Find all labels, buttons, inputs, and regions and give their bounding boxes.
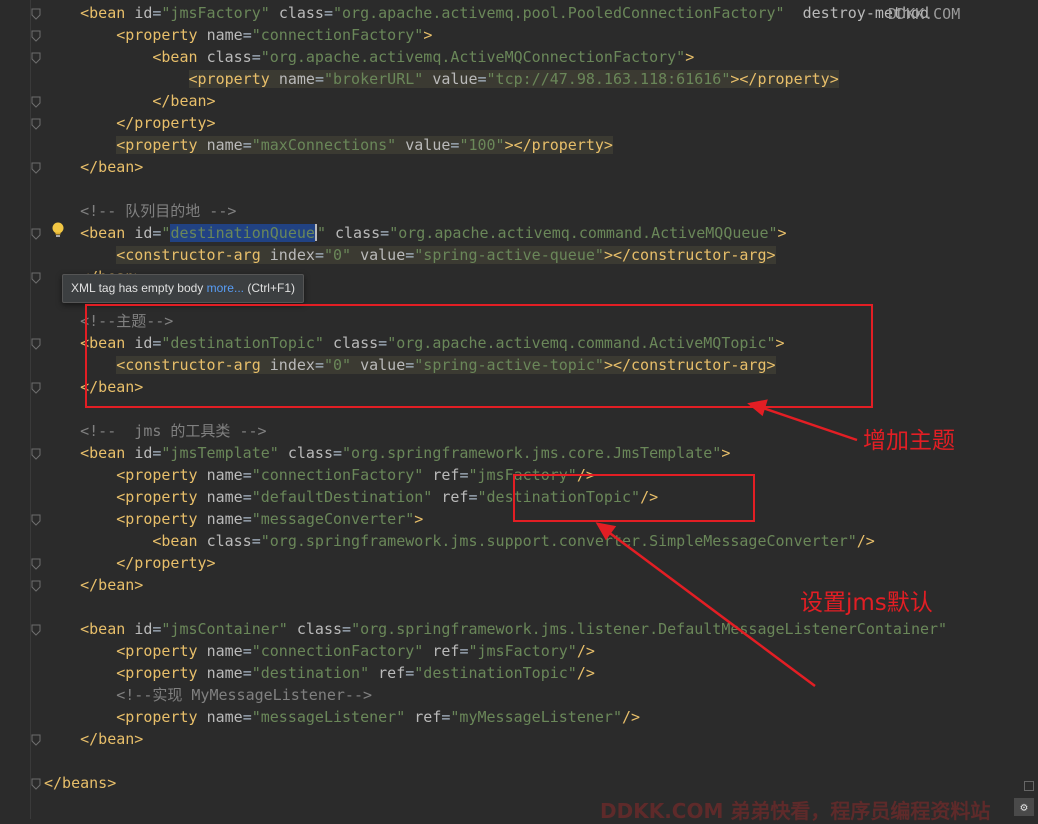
arrow-to-topic-box	[759, 405, 858, 442]
arrow-head-topic	[747, 399, 768, 417]
default-annotation-label: 设置jms默认	[800, 590, 933, 616]
topic-annotation-label: 增加主题	[863, 428, 955, 454]
watermark-bottom: DDKK.COM 弟弟快看，程序员编程资料站	[600, 799, 991, 823]
scroll-marker[interactable]	[1024, 781, 1034, 791]
corner-icon[interactable]: ⚙	[1014, 798, 1034, 816]
code-editor[interactable]: <bean id="jmsFactory" class="org.apache.…	[0, 0, 1038, 823]
arrow-to-default-box	[606, 529, 816, 688]
annotation-arrows	[595, 399, 858, 688]
watermark-top: DDKK.COM	[888, 5, 961, 23]
